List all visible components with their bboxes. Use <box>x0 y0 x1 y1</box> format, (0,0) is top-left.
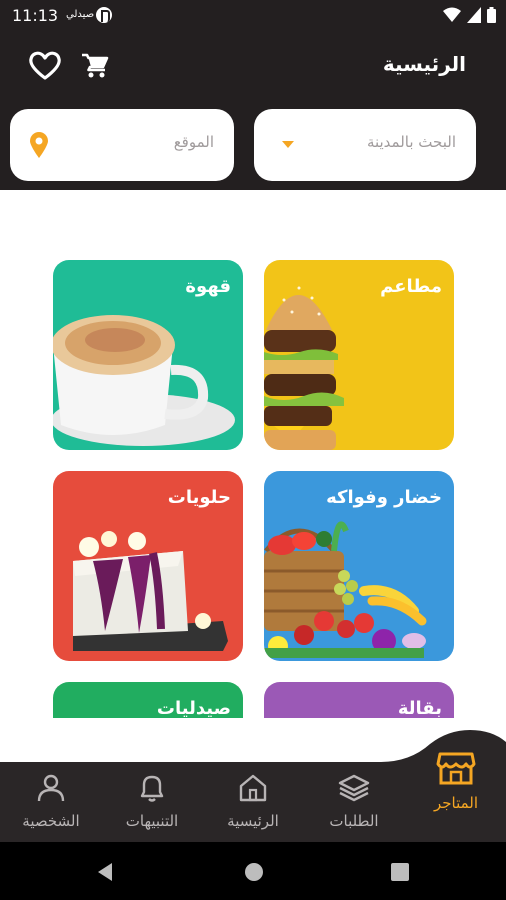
city-search-placeholder: البحث بالمدينة <box>366 133 456 151</box>
coffee-cup-image <box>53 315 235 446</box>
page-title: الرئيسية <box>382 52 466 76</box>
city-search-dropdown[interactable]: البحث بالمدينة <box>254 109 476 181</box>
status-bar: 11:13 صيدلي <box>0 0 506 32</box>
nav-item-orders[interactable]: الطلبات <box>304 772 404 830</box>
nav-item-notifications[interactable]: التنبيهات <box>102 772 202 830</box>
layers-icon <box>338 774 370 802</box>
category-title: بقالة <box>397 698 442 718</box>
status-time: 11:13 <box>12 6 59 25</box>
nav-label: المتاجر <box>433 794 479 812</box>
heart-icon <box>29 51 61 80</box>
nav-item-home[interactable]: الرئيسية <box>203 772 303 830</box>
notification-p-icon <box>96 7 112 23</box>
favorites-button[interactable] <box>28 50 62 82</box>
category-card-coffee[interactable]: قهوة <box>53 260 243 450</box>
store-icon <box>436 752 476 785</box>
home-button-icon[interactable] <box>244 862 264 882</box>
location-field[interactable]: الموقع <box>10 109 234 181</box>
nav-item-stores[interactable]: المتاجر <box>406 748 506 812</box>
category-title: مطاعم <box>380 276 442 297</box>
category-title: صيدليات <box>156 698 231 718</box>
category-card-vegetables-fruits[interactable]: خضار وفواكه <box>264 471 454 661</box>
recents-icon[interactable] <box>391 863 409 881</box>
bell-icon <box>140 775 164 802</box>
cart-icon <box>82 53 109 78</box>
nav-item-profile[interactable]: الشخصية <box>1 772 101 830</box>
system-navigation-bar <box>0 842 506 900</box>
burger-image <box>264 286 344 450</box>
wifi-icon <box>443 7 461 22</box>
nav-label: التنبيهات <box>125 812 179 830</box>
nav-label: الشخصية <box>22 812 80 830</box>
cart-button[interactable] <box>80 52 110 80</box>
category-card-grocery[interactable]: بقالة <box>264 682 454 718</box>
back-icon[interactable] <box>96 862 114 882</box>
notification-app-icon: صيدلي <box>66 9 95 20</box>
nav-label: الرئيسية <box>227 812 279 830</box>
person-icon <box>37 774 65 802</box>
category-card-restaurants[interactable]: مطاعم <box>264 260 454 450</box>
category-card-sweets[interactable]: حلويات <box>53 471 243 661</box>
categories-grid: مطاعم قهوة خضار وفواكه حلويات بقالة صيدل… <box>0 190 506 718</box>
category-title: قهوة <box>185 276 231 297</box>
category-card-pharmacies[interactable]: صيدليات <box>53 682 243 718</box>
nav-label: الطلبات <box>329 812 379 830</box>
bottom-navigation: المتاجر الطلبات الرئيسية التنبيهات الشخص… <box>0 718 506 842</box>
app-header: الرئيسية البحث بالمدينة الموقع <box>0 32 506 190</box>
cheesecake-image <box>73 531 228 651</box>
location-pin-icon <box>30 132 48 158</box>
chevron-down-icon <box>282 141 294 148</box>
battery-icon <box>487 7 496 23</box>
location-placeholder: الموقع <box>173 133 214 151</box>
category-title: حلويات <box>167 487 231 508</box>
home-icon <box>239 774 267 802</box>
fruit-basket-image <box>264 521 427 658</box>
signal-icon <box>467 7 481 23</box>
